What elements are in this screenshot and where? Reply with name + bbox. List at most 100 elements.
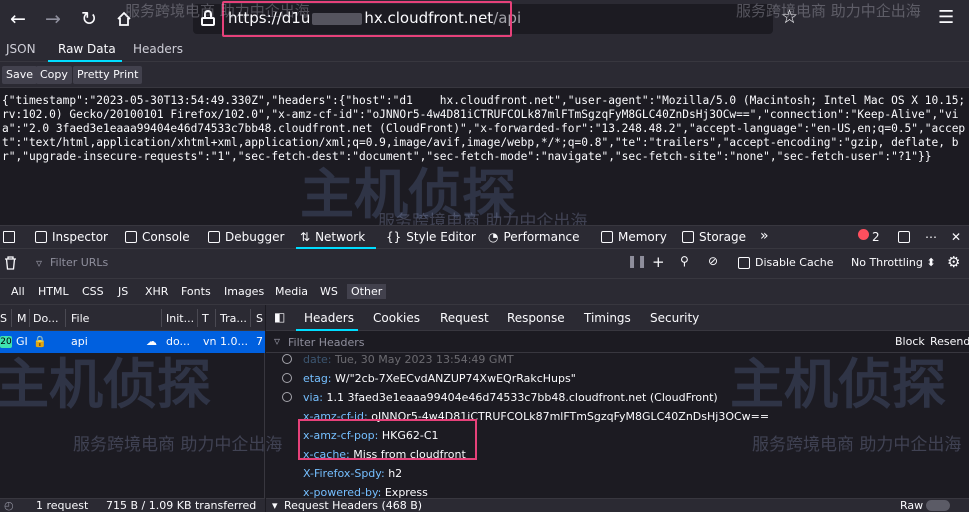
- devtools-toolbar: Inspector Console Debugger ⇅ Network {} St…: [0, 225, 969, 249]
- request-file: api: [71, 335, 88, 348]
- header-row[interactable]: X-Firefox-Spdy: h2: [303, 467, 402, 480]
- save-button[interactable]: Save: [2, 66, 38, 84]
- memory-icon: [601, 231, 613, 243]
- error-count[interactable]: 2: [872, 230, 880, 244]
- column-transferred[interactable]: Tra...: [220, 312, 247, 325]
- inspector-icon: [35, 231, 47, 243]
- column-domain[interactable]: Do...: [33, 312, 59, 325]
- filter-headers-input[interactable]: Filter Headers: [288, 336, 365, 349]
- request-details: ◧ Headers Cookies Request Response Timin…: [266, 305, 969, 512]
- raw-data-text: {"timestamp":"2023-05-30T13:54:49.330Z",…: [0, 88, 969, 225]
- funnel-icon: ▿: [274, 334, 281, 348]
- request-type: vn: [203, 335, 217, 348]
- console-icon: [125, 231, 137, 243]
- tool-debugger[interactable]: Debugger: [208, 230, 284, 244]
- request-list: S M Do... File Init... T Tra... S 20 GI …: [0, 305, 265, 512]
- tab-request[interactable]: Request: [440, 311, 489, 325]
- network-filter-bar: ▿ Filter URLs ❚❚ + ⚲ ⊘ Disable Cache No …: [0, 249, 969, 279]
- settings-gear-icon[interactable]: ⚙: [947, 253, 960, 271]
- request-headers-section[interactable]: ▾ Request Headers (468 B) Raw: [266, 498, 969, 512]
- tool-memory[interactable]: Memory: [601, 230, 667, 244]
- type-fonts[interactable]: Fonts: [181, 285, 211, 298]
- throttling-select[interactable]: No Throttling ⬍: [851, 256, 936, 269]
- request-size: 7: [256, 335, 263, 348]
- tab-headers[interactable]: Headers: [133, 42, 183, 56]
- type-ws[interactable]: WS: [320, 285, 338, 298]
- column-file[interactable]: File: [71, 312, 89, 325]
- network-icon: ⇅: [300, 230, 311, 244]
- json-viewer-buttons: Save Copy Pretty Print: [0, 62, 969, 88]
- more-tools-chevron-icon[interactable]: »: [760, 228, 769, 244]
- tool-network[interactable]: ⇅ Network: [300, 230, 365, 244]
- tab-cookies[interactable]: Cookies: [373, 311, 420, 325]
- chevron-down-icon: ▾: [272, 499, 278, 512]
- info-icon[interactable]: [282, 373, 292, 383]
- error-icon[interactable]: [858, 229, 869, 240]
- tool-style-editor[interactable]: {} Style Editor: [386, 230, 476, 244]
- pick-element-icon[interactable]: [3, 230, 20, 244]
- column-size[interactable]: S: [256, 312, 263, 325]
- hamburger-menu-icon[interactable]: ☰: [938, 7, 954, 28]
- type-css[interactable]: CSS: [82, 285, 104, 298]
- column-type[interactable]: T: [202, 312, 209, 325]
- tab-raw-data[interactable]: Raw Data: [58, 42, 116, 56]
- back-arrow-icon[interactable]: ←: [5, 6, 31, 32]
- forward-arrow-icon[interactable]: →: [40, 6, 66, 32]
- request-count: 1 request: [36, 499, 89, 512]
- column-initiator[interactable]: Init...: [166, 312, 194, 325]
- reload-icon[interactable]: ↻: [76, 6, 102, 32]
- search-icon[interactable]: ⚲: [680, 254, 689, 268]
- block-button[interactable]: Block: [895, 335, 925, 348]
- tool-performance[interactable]: ◔ Performance: [488, 230, 580, 244]
- table-row[interactable]: 20 GI 🔒 api ☁ do... vn 1.0... 7: [0, 331, 265, 353]
- raw-toggle[interactable]: [926, 500, 950, 511]
- request-method: GI: [16, 335, 28, 348]
- pretty-print-button[interactable]: Pretty Print: [73, 66, 143, 84]
- disable-cache-checkbox[interactable]: [738, 257, 750, 269]
- status-code: 20: [0, 336, 12, 348]
- tool-console[interactable]: Console: [125, 230, 190, 244]
- type-all[interactable]: All: [11, 285, 25, 298]
- pause-icon[interactable]: ❚❚: [627, 254, 647, 268]
- transfer-size: 715 B / 1.09 KB transferred: [106, 499, 257, 512]
- resend-button[interactable]: Resend: [930, 335, 969, 348]
- type-xhr[interactable]: XHR: [145, 285, 168, 298]
- column-method[interactable]: M: [17, 312, 27, 325]
- request-transferred: 1.0...: [220, 335, 248, 348]
- type-images[interactable]: Images: [224, 285, 264, 298]
- watermark-text: 服务跨境电商 助力中企出海: [736, 2, 921, 20]
- tab-security[interactable]: Security: [650, 311, 699, 325]
- raw-toggle-label: Raw: [900, 499, 924, 512]
- header-row[interactable]: via: 1.1 3faed3e1eaaa99404e46d74533c7bb4…: [303, 391, 718, 404]
- tab-response[interactable]: Response: [507, 311, 565, 325]
- info-icon[interactable]: [282, 354, 292, 364]
- type-js[interactable]: JS: [118, 285, 128, 298]
- tool-storage[interactable]: Storage: [682, 230, 746, 244]
- plus-icon[interactable]: +: [652, 253, 665, 271]
- tab-timings[interactable]: Timings: [584, 311, 631, 325]
- tab-json[interactable]: JSON: [6, 42, 36, 56]
- type-html[interactable]: HTML: [38, 285, 69, 298]
- close-devtools-icon[interactable]: ✕: [951, 230, 961, 244]
- details-tabs: ◧ Headers Cookies Request Response Timin…: [266, 305, 969, 331]
- dock-side-icon[interactable]: [898, 230, 915, 244]
- filter-urls-input[interactable]: Filter URLs: [50, 256, 108, 269]
- sidebar-toggle-icon[interactable]: ◧: [274, 310, 285, 324]
- copy-button[interactable]: Copy: [36, 66, 72, 84]
- disable-cache-label[interactable]: Disable Cache: [755, 256, 834, 269]
- info-icon[interactable]: [282, 392, 292, 402]
- tool-inspector[interactable]: Inspector: [35, 230, 108, 244]
- more-options-icon[interactable]: ⋯: [925, 230, 937, 244]
- block-icon[interactable]: ⊘: [708, 254, 718, 268]
- summary-icon: ◴: [4, 499, 14, 512]
- headers-highlight-box: [298, 419, 477, 460]
- type-other[interactable]: Other: [347, 284, 387, 299]
- header-row[interactable]: etag: W/"2cb-7XeECvdANZUP74XwEQrRakcHups…: [303, 372, 576, 385]
- tab-headers[interactable]: Headers: [304, 311, 354, 325]
- performance-icon: ◔: [488, 230, 499, 244]
- column-status[interactable]: S: [0, 312, 7, 325]
- trash-icon[interactable]: [4, 256, 17, 273]
- header-row[interactable]: date: Tue, 30 May 2023 13:54:49 GMT: [303, 353, 514, 366]
- header-filter-bar: ▿ Filter Headers Block Resend: [266, 331, 969, 353]
- type-media[interactable]: Media: [275, 285, 308, 298]
